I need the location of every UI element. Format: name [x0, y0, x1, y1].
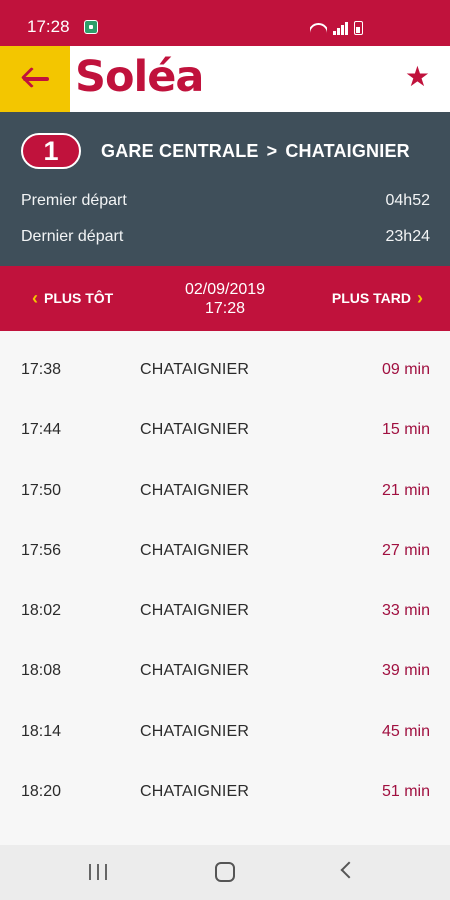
- first-departure-row: Premier départ 04h52: [21, 192, 430, 210]
- departure-time: 18:20: [21, 783, 62, 801]
- last-departure-row: Dernier départ 23h24: [21, 228, 430, 246]
- departure-wait: 33 min: [381, 602, 430, 620]
- home-icon[interactable]: [215, 862, 235, 882]
- departure-row[interactable]: 17:56 CHATAIGNIER 27 min: [0, 512, 450, 572]
- signal-icon: [333, 21, 348, 35]
- departure-destination: CHATAIGNIER: [140, 361, 250, 378]
- departure-destination: CHATAIGNIER: [140, 421, 250, 439]
- departure-destination: CHATAIGNIER: [140, 602, 250, 620]
- departures-list[interactable]: 17:38 CHATAIGNIER 09 min 17:44 CHATAIGNI…: [0, 331, 450, 845]
- departure-row[interactable]: 18:20 CHATAIGNIER 51 min: [0, 753, 450, 813]
- departure-time: 17:56: [21, 541, 62, 559]
- departure-row[interactable]: 18:14 CHATAIGNIER 45 min: [0, 693, 450, 753]
- back-button[interactable]: [0, 46, 70, 112]
- departure-wait: 45 min: [381, 722, 430, 740]
- time-navigation-bar: ‹ PLUS TÔT 02/09/2019 17:28 PLUS TARD ›: [0, 266, 450, 331]
- status-bar: 17:28: [0, 0, 450, 46]
- system-icons: [310, 17, 363, 35]
- departure-destination: CHATAIGNIER: [140, 541, 250, 559]
- notification-icon: [84, 20, 98, 34]
- departure-row[interactable]: 17:50 CHATAIGNIER 21 min: [0, 452, 450, 512]
- departure-time: 17:50: [21, 481, 62, 499]
- route-title: GARE CENTRALE > CHATAIGNIER: [101, 141, 410, 162]
- first-departure-label: Premier départ: [21, 192, 127, 209]
- departure-wait: 15 min: [381, 421, 430, 439]
- departure-destination: CHATAIGNIER: [140, 722, 250, 740]
- recents-icon[interactable]: [89, 864, 107, 880]
- departure-destination: CHATAIGNIER: [140, 783, 250, 801]
- last-departure-value: 23h24: [385, 228, 431, 245]
- departure-wait: 21 min: [381, 481, 430, 499]
- wifi-icon: [310, 21, 327, 35]
- later-button[interactable]: PLUS TARD ›: [332, 289, 423, 307]
- status-time: 17:28: [27, 17, 70, 36]
- departure-wait: 51 min: [381, 783, 430, 801]
- first-departure-value: 04h52: [385, 192, 431, 209]
- system-nav-bar: [0, 845, 450, 900]
- departure-wait: 27 min: [381, 541, 430, 559]
- departure-time: 18:14: [21, 722, 62, 740]
- departure-row[interactable]: 18:02 CHATAIGNIER 33 min: [0, 572, 450, 632]
- route-to: CHATAIGNIER: [285, 141, 410, 161]
- departure-row[interactable]: 17:44 CHATAIGNIER 15 min: [0, 391, 450, 451]
- system-back-icon[interactable]: [340, 861, 358, 879]
- solea-logo: Soléa: [75, 52, 204, 102]
- app-bar: Soléa ★: [0, 46, 450, 112]
- departure-time: 18:08: [21, 662, 62, 680]
- route-separator: >: [266, 141, 278, 161]
- later-label: PLUS TARD: [331, 290, 411, 306]
- departure-time: 17:38: [21, 361, 62, 378]
- departure-wait: 39 min: [381, 662, 430, 680]
- line-number-badge: 1: [21, 133, 81, 169]
- departure-destination: CHATAIGNIER: [140, 662, 250, 680]
- departure-row[interactable]: 18:08 CHATAIGNIER 39 min: [0, 632, 450, 692]
- departure-time: 18:02: [21, 602, 62, 620]
- arrow-left-icon: [20, 66, 49, 91]
- line-info-panel: 1 GARE CENTRALE > CHATAIGNIER Premier dé…: [0, 112, 450, 266]
- last-departure-label: Dernier départ: [21, 228, 124, 245]
- route-from: GARE CENTRALE: [101, 141, 259, 161]
- departure-row[interactable]: 17:38 CHATAIGNIER 09 min: [0, 331, 450, 391]
- departure-time: 17:44: [21, 421, 62, 439]
- battery-icon: [354, 21, 363, 35]
- favorite-star-button[interactable]: ★: [405, 63, 430, 91]
- departure-destination: CHATAIGNIER: [140, 481, 250, 499]
- departure-wait: 09 min: [381, 361, 430, 378]
- chevron-right-icon: ›: [417, 288, 423, 308]
